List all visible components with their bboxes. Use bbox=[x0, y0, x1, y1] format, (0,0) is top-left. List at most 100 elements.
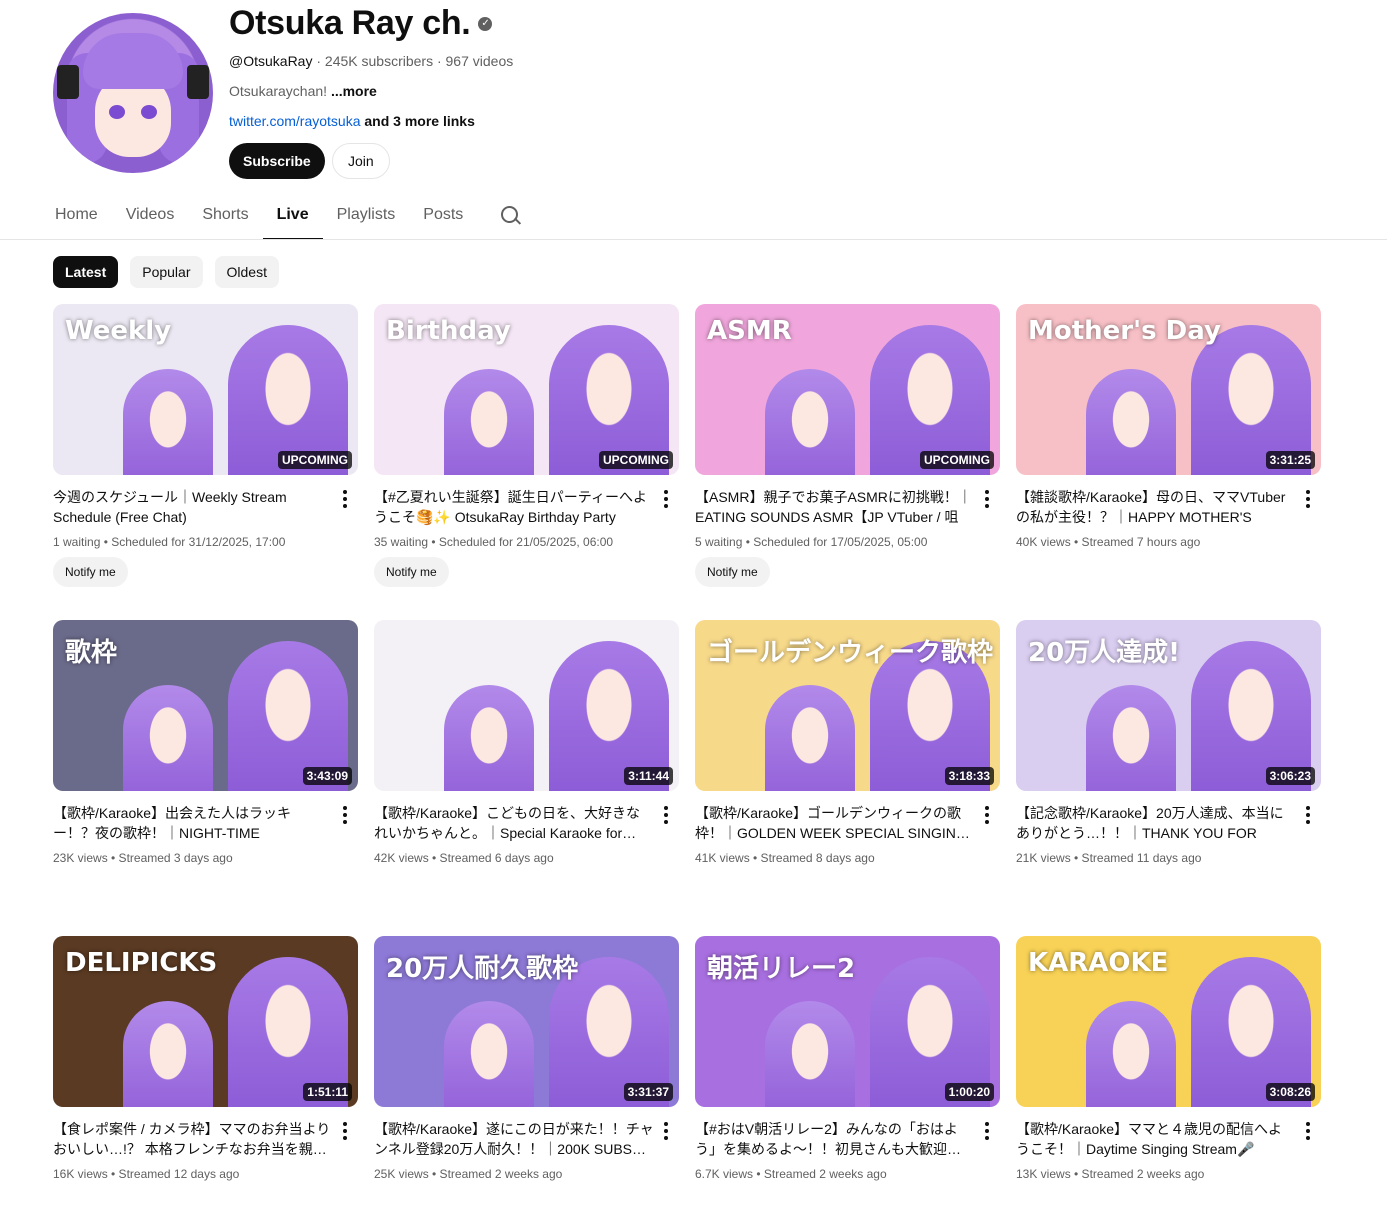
character-art-small bbox=[123, 1001, 213, 1107]
video-thumbnail[interactable]: Weekly UPCOMING bbox=[53, 304, 358, 475]
video-meta: 41K views • Streamed 8 days ago bbox=[695, 851, 875, 865]
video-thumbnail[interactable]: 20万人耐久歌枠 3:31:37 bbox=[374, 936, 679, 1107]
more-actions-icon[interactable] bbox=[343, 490, 347, 508]
video-title[interactable]: 【#おはV朝活リレー2】みんなの「おはよう」を集めるよ～！！初見さんも大歓迎… bbox=[695, 1119, 975, 1159]
verified-icon: ✓ bbox=[478, 16, 493, 31]
video-meta: 1 waiting • Scheduled for 31/12/2025, 17… bbox=[53, 535, 286, 549]
video-thumbnail[interactable]: Mother's Day 3:31:25 bbox=[1016, 304, 1321, 475]
video-title[interactable]: 【ASMR】親子でお菓子ASMRに初挑戦！｜EATING SOUNDS ASMR… bbox=[695, 487, 975, 527]
thumbnail-text: DELIPICKS bbox=[65, 948, 218, 978]
video-card[interactable]: 朝活リレー2 1:00:20 【#おはV朝活リレー2】みんなの「おはよう」を集めるよ… bbox=[695, 936, 1000, 1206]
video-thumbnail[interactable]: KARAOKE 3:08:26 bbox=[1016, 936, 1321, 1107]
more-link[interactable]: ...more bbox=[331, 83, 377, 99]
notify-me-button[interactable]: Notify me bbox=[374, 557, 449, 587]
tab-live[interactable]: Live bbox=[262, 198, 323, 240]
more-actions-icon[interactable] bbox=[1306, 806, 1310, 824]
upcoming-badge: UPCOMING bbox=[599, 451, 673, 469]
character-art-small bbox=[444, 685, 534, 791]
video-card[interactable]: Mother's Day 3:31:25 【雑談歌枠/Karaoke】母の日、ママV… bbox=[1016, 304, 1321, 620]
video-card[interactable]: Weekly UPCOMING 今週のスケジュール｜Weekly Stream Sc… bbox=[53, 304, 358, 620]
more-actions-icon[interactable] bbox=[343, 1122, 347, 1140]
thumbnail-text: ASMR bbox=[707, 316, 792, 346]
tab-playlists[interactable]: Playlists bbox=[323, 198, 410, 240]
join-button[interactable]: Join bbox=[332, 143, 390, 179]
character-art-small bbox=[123, 685, 213, 791]
video-title[interactable]: 【歌枠/Karaoke】ゴールデンウィークの歌枠！｜GOLDEN WEEK SP… bbox=[695, 803, 975, 843]
video-card[interactable]: DELIPICKS 1:51:11 【食レポ案件 / カメラ枠】ママのお弁当よりおい… bbox=[53, 936, 358, 1206]
more-actions-icon[interactable] bbox=[1306, 1122, 1310, 1140]
duration-badge: 3:31:37 bbox=[623, 1083, 673, 1101]
character-art-small bbox=[765, 685, 855, 791]
channel-title: Otsuka Ray ch. ✓ bbox=[229, 4, 493, 43]
video-title[interactable]: 今週のスケジュール｜Weekly Stream Schedule (Free C… bbox=[53, 487, 333, 527]
tab-videos[interactable]: Videos bbox=[112, 198, 189, 240]
video-meta: 21K views • Streamed 11 days ago bbox=[1016, 851, 1202, 865]
video-thumbnail[interactable]: 朝活リレー2 1:00:20 bbox=[695, 936, 1000, 1107]
tab-home[interactable]: Home bbox=[41, 198, 112, 240]
video-thumbnail[interactable]: DELIPICKS 1:51:11 bbox=[53, 936, 358, 1107]
video-card[interactable]: 歌枠 3:43:09 【歌枠/Karaoke】出会えた人はラッキー！？夜の歌枠！｜N… bbox=[53, 620, 358, 936]
twitter-link[interactable]: twitter.com/rayotsuka bbox=[229, 113, 361, 129]
video-card[interactable]: ASMR UPCOMING 【ASMR】親子でお菓子ASMRに初挑戦！｜EATING… bbox=[695, 304, 1000, 620]
search-icon[interactable] bbox=[499, 204, 523, 228]
more-actions-icon[interactable] bbox=[664, 1122, 668, 1140]
more-actions-icon[interactable] bbox=[985, 806, 989, 824]
thumbnail-text: 朝活リレー2 bbox=[707, 954, 856, 984]
more-actions-icon[interactable] bbox=[664, 490, 668, 508]
duration-badge: 3:43:09 bbox=[302, 767, 352, 785]
duration-badge: 3:08:26 bbox=[1265, 1083, 1315, 1101]
video-meta: 6.7K views • Streamed 2 weeks ago bbox=[695, 1167, 887, 1181]
channel-avatar[interactable] bbox=[53, 13, 213, 173]
video-meta: 23K views • Streamed 3 days ago bbox=[53, 851, 233, 865]
video-thumbnail[interactable]: 20万人達成! 3:06:23 bbox=[1016, 620, 1321, 791]
video-thumbnail[interactable]: 歌枠 3:43:09 bbox=[53, 620, 358, 791]
more-actions-icon[interactable] bbox=[343, 806, 347, 824]
more-actions-icon[interactable] bbox=[985, 1122, 989, 1140]
thumbnail-text: 歌枠 bbox=[65, 638, 118, 668]
video-title[interactable]: 【食レポ案件 / カメラ枠】ママのお弁当よりおいしい…!？ 本格フレンチなお弁当… bbox=[53, 1119, 333, 1159]
more-actions-icon[interactable] bbox=[1306, 490, 1310, 508]
chip-popular[interactable]: Popular bbox=[130, 256, 203, 288]
video-thumbnail[interactable]: 3:11:44 bbox=[374, 620, 679, 791]
channel-description[interactable]: Otsukaraychan! ...more bbox=[229, 83, 377, 99]
thumbnail-text: KARAOKE bbox=[1028, 948, 1169, 978]
more-links[interactable]: and 3 more links bbox=[361, 113, 475, 129]
video-title[interactable]: 【歌枠/Karaoke】遂にこの日が来た！！チャンネル登録20万人耐久！！｜20… bbox=[374, 1119, 654, 1159]
video-card[interactable]: Birthday UPCOMING 【#乙夏れい生誕祭】誕生日パーティーへようこそ🥞… bbox=[374, 304, 679, 620]
thumbnail-text: ゴールデンウィーク歌枠 bbox=[707, 638, 994, 668]
video-thumbnail[interactable]: ゴールデンウィーク歌枠 3:18:33 bbox=[695, 620, 1000, 791]
video-meta: 25K views • Streamed 2 weeks ago bbox=[374, 1167, 563, 1181]
character-art-small bbox=[1086, 1001, 1176, 1107]
video-card[interactable]: 3:11:44 【歌枠/Karaoke】こどもの日を、大好きなれいかちゃんと。｜S… bbox=[374, 620, 679, 936]
video-card[interactable]: KARAOKE 3:08:26 【歌枠/Karaoke】ママと４歳児の配信へようこそ… bbox=[1016, 936, 1321, 1206]
video-title[interactable]: 【記念歌枠/Karaoke】20万人達成、本当にありがとう…！！｜THANK Y… bbox=[1016, 803, 1296, 843]
character-art-small bbox=[765, 369, 855, 475]
video-title[interactable]: 【歌枠/Karaoke】出会えた人はラッキー！？夜の歌枠！｜NIGHT-TIME… bbox=[53, 803, 333, 843]
more-actions-icon[interactable] bbox=[664, 806, 668, 824]
notify-me-button[interactable]: Notify me bbox=[695, 557, 770, 587]
tabs-divider bbox=[0, 239, 1387, 240]
video-card[interactable]: 20万人達成! 3:06:23 【記念歌枠/Karaoke】20万人達成、本当にあり… bbox=[1016, 620, 1321, 936]
channel-tabs: Home Videos Shorts Live Playlists Posts bbox=[41, 198, 523, 240]
subscribe-button[interactable]: Subscribe bbox=[229, 143, 325, 179]
channel-handle: @OtsukaRay bbox=[229, 53, 313, 69]
video-thumbnail[interactable]: Birthday UPCOMING bbox=[374, 304, 679, 475]
more-actions-icon[interactable] bbox=[985, 490, 989, 508]
video-title[interactable]: 【歌枠/Karaoke】こどもの日を、大好きなれいかちゃんと。｜Special … bbox=[374, 803, 654, 843]
tab-posts[interactable]: Posts bbox=[409, 198, 477, 240]
video-title[interactable]: 【雑談歌枠/Karaoke】母の日、ママVTuberの私が主役！？｜HAPPY … bbox=[1016, 487, 1296, 527]
tab-shorts[interactable]: Shorts bbox=[188, 198, 262, 240]
video-title[interactable]: 【歌枠/Karaoke】ママと４歳児の配信へようこそ！｜Daytime Sing… bbox=[1016, 1119, 1296, 1159]
character-art-small bbox=[444, 1001, 534, 1107]
video-meta: 5 waiting • Scheduled for 17/05/2025, 05… bbox=[695, 535, 928, 549]
video-meta: 35 waiting • Scheduled for 21/05/2025, 0… bbox=[374, 535, 614, 549]
video-meta: 42K views • Streamed 6 days ago bbox=[374, 851, 554, 865]
notify-me-button[interactable]: Notify me bbox=[53, 557, 128, 587]
chip-latest[interactable]: Latest bbox=[53, 256, 119, 288]
video-card[interactable]: ゴールデンウィーク歌枠 3:18:33 【歌枠/Karaoke】ゴールデンウィークの… bbox=[695, 620, 1000, 936]
duration-badge: 3:11:44 bbox=[624, 767, 673, 785]
video-title[interactable]: 【#乙夏れい生誕祭】誕生日パーティーへようこそ🥞✨ OtsukaRay Birt… bbox=[374, 487, 654, 527]
chip-oldest[interactable]: Oldest bbox=[214, 256, 279, 288]
video-card[interactable]: 20万人耐久歌枠 3:31:37 【歌枠/Karaoke】遂にこの日が来た！！チャン… bbox=[374, 936, 679, 1206]
video-thumbnail[interactable]: ASMR UPCOMING bbox=[695, 304, 1000, 475]
